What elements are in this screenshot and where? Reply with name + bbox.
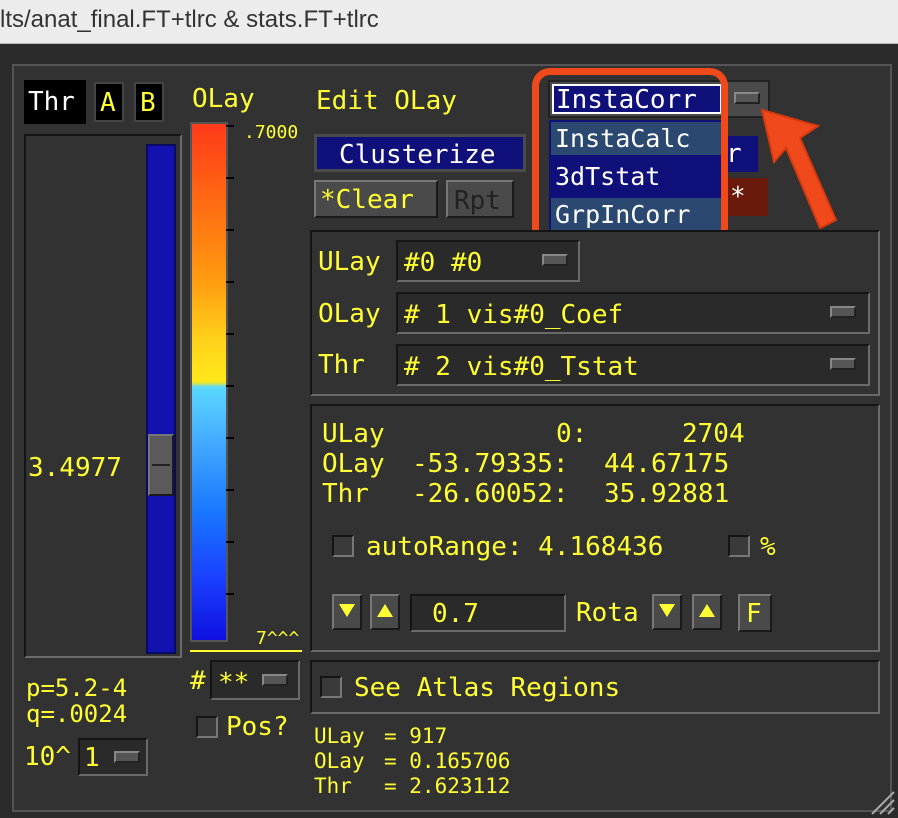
rota-down-arrow-icon[interactable] [652, 594, 682, 630]
olay-range-max: 44.67175 [604, 449, 730, 479]
colorbar-title: OLay [192, 84, 255, 114]
percent-label: % [760, 532, 776, 562]
olay-dataset-dropdown[interactable]: # 1 vis#0_Coef [396, 292, 870, 334]
pos-checkbox[interactable] [196, 716, 218, 738]
atlas-checkbox[interactable] [320, 676, 342, 698]
colorbar-bottom-label: 7^^^ [256, 628, 300, 649]
scale-value-field[interactable]: 0.7 [410, 594, 566, 632]
dropdown-arrow-icon [830, 306, 856, 318]
ulay-value-text: = 917 [384, 724, 448, 748]
thr-value-text: = 2.623112 [384, 774, 511, 798]
thr-dataset-dropdown[interactable]: # 2 vis#0_Tstat [396, 344, 870, 386]
edit-olay-label: Edit OLay [316, 86, 457, 116]
b-button[interactable]: B [134, 82, 164, 122]
colorbar-pane-dropdown[interactable]: ** [210, 660, 300, 700]
thr-range-label: Thr [322, 479, 369, 509]
clear-button[interactable]: *Clear [314, 180, 438, 218]
olay-range-label: OLay [322, 449, 385, 479]
thr-value-label: Thr [314, 774, 352, 798]
annotation-highlight-box [532, 68, 728, 246]
olay-range-min: -53.79335: [412, 449, 569, 479]
a-button[interactable]: A [94, 82, 124, 122]
threshold-value: 3.4977 [28, 453, 122, 483]
pos-label: Pos? [226, 712, 289, 742]
olay-value-text: = 0.165706 [384, 749, 511, 773]
colorbar-top-label: .7000 [244, 122, 299, 143]
exponent-label: 10^ [24, 742, 71, 772]
colorbar-num-label: # [190, 666, 206, 696]
rota-label: Rota [576, 598, 639, 628]
dropdown-arrow-icon [114, 751, 140, 763]
dropdown-arrow-icon [830, 358, 856, 370]
autorange-checkbox[interactable] [332, 535, 354, 557]
thr-range-max: 35.92881 [604, 479, 730, 509]
colorbar[interactable] [190, 122, 228, 642]
resize-grip-icon[interactable] [868, 788, 896, 816]
scale-up-arrow-icon[interactable] [370, 594, 400, 630]
rota-up-arrow-icon[interactable] [692, 594, 722, 630]
ulay-dataset-dropdown[interactable]: #0 #0 [396, 240, 580, 282]
ulay-range-label: ULay [322, 419, 385, 449]
exponent-dropdown[interactable]: 1 [78, 738, 148, 776]
title-bar: lts/anat_final.FT+tlrc & stats.FT+tlrc [0, 0, 898, 44]
colorbar-ticks [226, 125, 234, 595]
thr-button[interactable]: Thr [24, 80, 86, 124]
rpt-button[interactable]: Rpt [446, 180, 514, 218]
clusterize-button[interactable]: Clusterize [314, 134, 526, 172]
window-title: lts/anat_final.FT+tlrc & stats.FT+tlrc [0, 6, 379, 33]
ulay-range-max: 2704 [682, 419, 745, 449]
annotation-arrow-icon [760, 108, 838, 230]
thr-range-min: -26.60052: [412, 479, 569, 509]
atlas-label: See Atlas Regions [354, 673, 621, 703]
ulay-label: ULay [318, 247, 381, 277]
p-value: p=5.2-4 [26, 674, 128, 702]
dropdown-arrow-icon [542, 254, 568, 266]
colorbar-divider [190, 650, 302, 652]
olay-label: OLay [318, 299, 381, 329]
percent-checkbox[interactable] [728, 535, 750, 557]
olay-value-label: OLay [314, 749, 365, 773]
autorange-label: autoRange: 4.168436 [366, 532, 664, 562]
f-button[interactable]: F [738, 594, 772, 632]
scale-down-arrow-icon[interactable] [332, 594, 362, 630]
ulay-value-label: ULay [314, 724, 365, 748]
q-value: q=.0024 [26, 700, 128, 728]
threshold-slider-handle[interactable] [148, 434, 174, 496]
thr-label: Thr [318, 350, 365, 380]
dropdown-arrow-icon [262, 674, 288, 686]
threshold-slider[interactable] [146, 144, 176, 654]
ulay-range-min: 0: [556, 419, 588, 449]
